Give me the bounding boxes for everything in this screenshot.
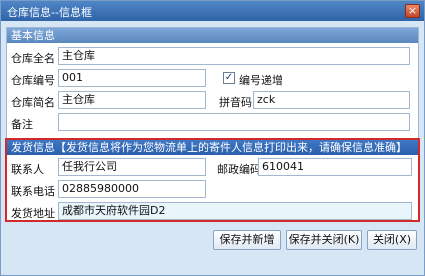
phone-input[interactable]: 02885980000 (58, 180, 206, 198)
dialog-window: 仓库信息--信息框 × 基本信息 仓库全名 主仓库 仓库编号 001 ✓ 编号递… (0, 0, 425, 276)
postcode-label: 邮政编码 (217, 163, 261, 176)
contact-label: 联系人 (11, 163, 44, 176)
warehouse-short-name-input[interactable]: 主仓库 (58, 91, 206, 109)
address-label: 发货地址 (11, 207, 55, 220)
warehouse-name-input[interactable]: 主仓库 (58, 47, 410, 65)
save-and-close-button[interactable]: 保存并关闭(K) (286, 230, 362, 250)
note-input[interactable] (58, 113, 410, 131)
auto-increment-checkbox[interactable]: ✓ (223, 72, 235, 84)
window-title: 仓库信息--信息框 (7, 6, 92, 19)
shipping-info-heading: 发货信息【发货信息将作为您物流单上的寄件人信息打印出来，请确保信息准确】 (7, 140, 418, 155)
auto-increment-label: 编号递增 (239, 74, 283, 87)
warehouse-name-label: 仓库全名 (11, 52, 55, 65)
title-bar[interactable]: 仓库信息--信息框 × (1, 1, 424, 21)
pinyin-code-label: 拼音码 (219, 96, 252, 109)
note-label: 备注 (11, 118, 33, 131)
phone-label: 联系电话 (11, 185, 55, 198)
close-icon[interactable]: × (405, 4, 420, 18)
pinyin-code-input[interactable]: zck (253, 91, 410, 109)
save-and-new-button[interactable]: 保存并新增 (213, 230, 281, 250)
shipping-info-section: 发货信息【发货信息将作为您物流单上的寄件人信息打印出来，请确保信息准确】 联系人… (5, 138, 420, 222)
warehouse-short-name-label: 仓库简名 (11, 96, 55, 109)
basic-info-heading: 基本信息 (7, 28, 418, 43)
postcode-input[interactable]: 610041 (258, 158, 412, 176)
close-button[interactable]: 关闭(X) (367, 230, 417, 250)
warehouse-code-label: 仓库编号 (11, 74, 55, 87)
basic-info-section: 基本信息 仓库全名 主仓库 仓库编号 001 ✓ 编号递增 仓库简名 主仓库 拼… (6, 27, 419, 153)
contact-input[interactable]: 任我行公司 (58, 158, 206, 176)
warehouse-code-input[interactable]: 001 (58, 69, 206, 87)
address-input[interactable]: 成都市天府软件园D2 (58, 202, 412, 220)
